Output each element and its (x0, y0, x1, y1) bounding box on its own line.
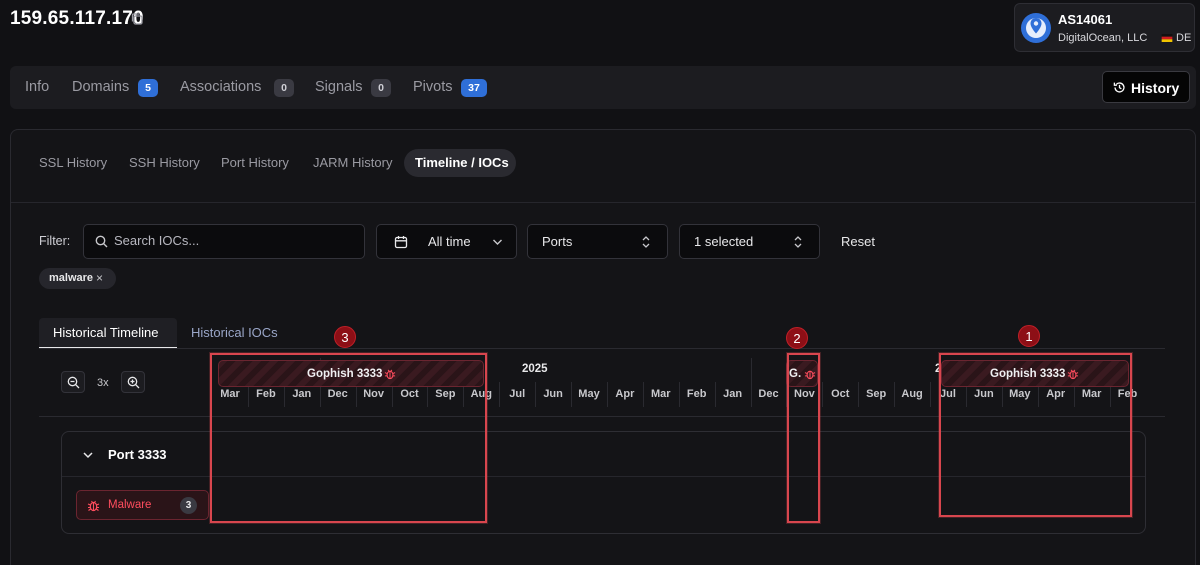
filter-label: Filter: (39, 234, 71, 248)
tab-signals[interactable]: Signals (315, 79, 363, 95)
annotation-box (787, 353, 820, 523)
time-range-select[interactable]: All time (376, 224, 517, 259)
month-label: Jul (509, 388, 526, 400)
tab-ssl-history[interactable]: SSL History (39, 155, 107, 170)
month-separator (642, 382, 644, 407)
month-label: Sep (866, 388, 887, 400)
divider (11, 202, 1195, 203)
month-separator (750, 382, 752, 407)
month-label: May (578, 388, 600, 400)
month-label: Feb (686, 388, 707, 400)
annotation-marker: 3 (334, 326, 356, 348)
month-separator (499, 382, 501, 407)
filter-chip-label: malware (49, 272, 94, 284)
tab-underline-divider (39, 348, 1165, 349)
zoom-in-button[interactable] (121, 371, 145, 393)
malware-category-pill[interactable]: Malware 3 (76, 490, 209, 520)
tab-historical-timeline[interactable]: Historical Timeline (39, 318, 177, 349)
signals-count-badge: 0 (371, 79, 391, 97)
asn-card[interactable]: AS14061 DigitalOcean, LLC DE (1014, 3, 1195, 52)
month-separator (535, 382, 537, 407)
month-label: Mar (651, 388, 671, 400)
reset-button[interactable]: Reset (841, 234, 875, 249)
annotation-marker: 2 (786, 327, 808, 349)
category-select[interactable]: 1 selected (679, 224, 820, 259)
chevron-up-down-icon (794, 236, 802, 248)
search-ioc-box[interactable] (83, 224, 365, 259)
month-separator (606, 382, 608, 407)
tab-associations[interactable]: Associations (180, 79, 261, 95)
search-icon (95, 235, 108, 248)
month-label: Dec (758, 388, 779, 400)
history-button-label: History (1131, 80, 1180, 96)
month-label: Oct (831, 388, 850, 400)
chevron-down-icon[interactable] (82, 449, 94, 461)
bug-icon (87, 500, 100, 512)
tab-jarm-history[interactable]: JARM History (313, 155, 392, 170)
month-separator (678, 382, 680, 407)
copy-icon[interactable] (130, 12, 144, 26)
month-separator (571, 382, 572, 407)
malware-category-label: Malware (108, 499, 152, 511)
annotation-box (939, 353, 1132, 517)
month-label: Jan (723, 388, 743, 400)
search-ioc-input[interactable] (114, 233, 354, 248)
associations-count-badge: 0 (274, 79, 294, 97)
close-icon[interactable]: × (96, 271, 103, 285)
tab-timeline-iocs[interactable]: Timeline / IOCs (404, 149, 516, 177)
history-icon (1113, 82, 1125, 93)
month-label: Aug (901, 388, 923, 400)
zoom-out-button[interactable] (61, 371, 85, 393)
month-separator (822, 382, 824, 407)
annotation-marker: 1 (1018, 325, 1040, 347)
tab-domains[interactable]: Domains (72, 79, 129, 95)
month-separator (930, 382, 931, 407)
filter-chip-malware: malware × (39, 268, 116, 289)
tab-historical-iocs[interactable]: Historical IOCs (191, 325, 278, 340)
time-range-value: All time (428, 234, 471, 249)
country-code: DE (1176, 32, 1192, 44)
tab-pivots[interactable]: Pivots (413, 79, 453, 95)
ports-select-value: Ports (542, 234, 573, 249)
location-pin-icon (1030, 18, 1042, 34)
month-label: Apr (615, 388, 635, 400)
tab-info[interactable]: Info (25, 79, 49, 95)
zoom-out-icon (67, 376, 80, 389)
tab-ssh-history[interactable]: SSH History (129, 155, 200, 170)
malware-count-badge: 3 (180, 497, 197, 514)
tab-historical-timeline-label: Historical Timeline (53, 325, 159, 340)
year-label: 2025 (522, 363, 548, 375)
chevron-down-icon (493, 239, 502, 245)
asn-organization: DigitalOcean, LLC (1058, 32, 1148, 44)
tab-port-history[interactable]: Port History (221, 155, 289, 170)
ip-address-title: 159.65.117.170 (10, 8, 144, 29)
calendar-icon (394, 236, 408, 249)
annotation-box (210, 353, 487, 523)
tab-timeline-iocs-label: Timeline / IOCs (415, 155, 509, 170)
zoom-in-icon (127, 376, 140, 389)
asn-number: AS14061 (1058, 12, 1113, 27)
history-button[interactable]: History (1102, 71, 1190, 103)
category-select-value: 1 selected (694, 234, 754, 249)
zoom-level: 3x (97, 377, 109, 389)
top-tab-bar: Info Domains 5 Associations 0 Signals 0 … (10, 66, 1196, 109)
ports-select[interactable]: Ports (527, 224, 668, 259)
chevron-up-down-icon (642, 236, 650, 248)
month-separator (714, 382, 716, 407)
port-name: Port 3333 (108, 447, 167, 462)
month-separator (894, 382, 896, 407)
month-separator (858, 382, 860, 407)
pivots-count-badge: 37 (461, 79, 487, 97)
month-label: Jun (543, 388, 563, 400)
domains-count-badge: 5 (138, 79, 158, 97)
germany-flag-icon (1161, 34, 1173, 42)
